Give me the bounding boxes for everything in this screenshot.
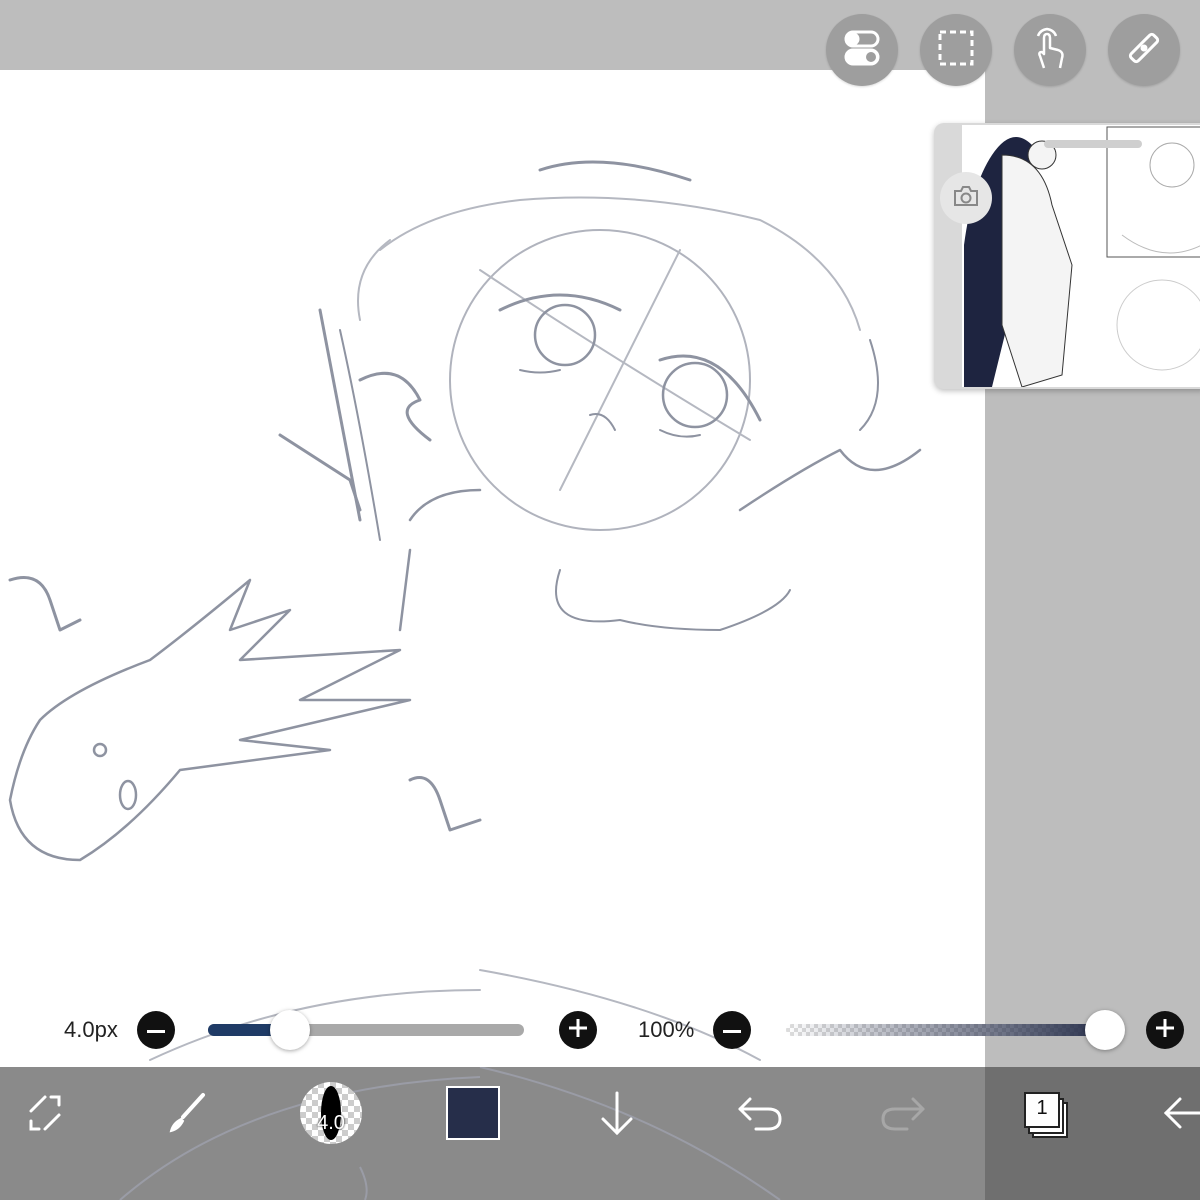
toggle-icon — [842, 28, 882, 73]
selection-icon — [936, 28, 976, 73]
brush-tool-button[interactable] — [154, 1082, 220, 1148]
brush-size-increase-button[interactable] — [559, 1011, 597, 1049]
undo-button[interactable] — [727, 1082, 793, 1148]
redo-icon — [879, 1093, 927, 1138]
back-button[interactable] — [1160, 1082, 1200, 1148]
opacity-increase-button[interactable] — [1146, 1011, 1184, 1049]
touch-icon — [1030, 26, 1070, 75]
opacity-knob[interactable] — [1085, 1010, 1125, 1050]
brush-size-preview[interactable]: 4.0 — [300, 1082, 362, 1144]
camera-button[interactable] — [940, 172, 992, 224]
reference-thumbnail — [962, 125, 1200, 387]
camera-icon — [953, 185, 979, 212]
brush-size-knob[interactable] — [270, 1010, 311, 1050]
ruler-button[interactable] — [1108, 14, 1180, 86]
brush-size-decrease-button[interactable] — [137, 1011, 175, 1049]
sketch-artwork — [8, 160, 922, 1061]
opacity-label: 100% — [638, 1017, 695, 1042]
reference-drag-handle[interactable] — [1044, 140, 1142, 148]
touch-button[interactable] — [1014, 14, 1086, 86]
opacity-decrease-button[interactable] — [713, 1011, 751, 1049]
drawing-canvas[interactable] — [0, 70, 985, 1070]
opacity-track[interactable] — [786, 1024, 1110, 1036]
plus-icon — [569, 1018, 587, 1042]
reference-image — [962, 125, 1200, 387]
swap-tools-icon — [21, 1089, 69, 1142]
minus-icon — [147, 1021, 165, 1039]
layer-count: 1 — [1036, 1097, 1048, 1119]
ruler-icon — [1124, 28, 1164, 73]
plus-icon — [1156, 1018, 1174, 1042]
brush-size-label: 4.0px — [64, 1017, 118, 1042]
toggle-button[interactable] — [826, 14, 898, 86]
undo-icon — [736, 1093, 784, 1138]
reference-window[interactable] — [934, 123, 1200, 389]
brush-size-value: 4.0 — [317, 1112, 345, 1134]
brush-icon — [163, 1089, 211, 1142]
redo-button[interactable] — [870, 1082, 936, 1148]
arrow-down-icon — [597, 1089, 637, 1142]
arrow-left-icon — [1160, 1093, 1200, 1138]
transform-button[interactable] — [12, 1082, 78, 1148]
selection-button[interactable] — [920, 14, 992, 86]
move-down-button[interactable] — [584, 1082, 650, 1148]
minus-icon — [723, 1021, 741, 1039]
layers-button[interactable]: 1 — [1020, 1090, 1072, 1140]
color-swatch-button[interactable] — [446, 1086, 500, 1140]
